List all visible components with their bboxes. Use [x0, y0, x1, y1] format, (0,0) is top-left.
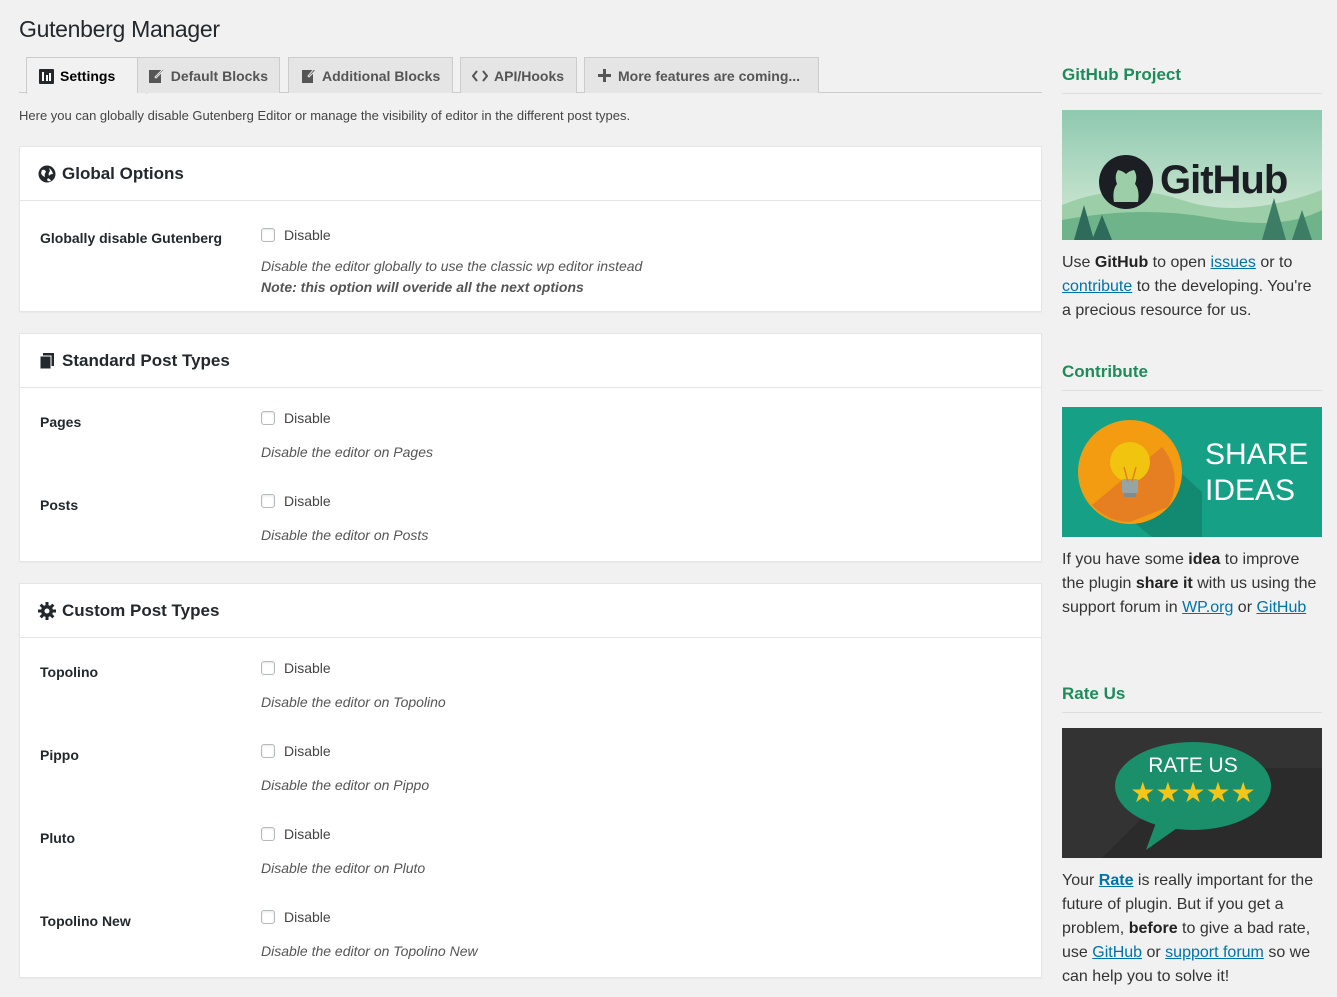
setting-label: Topolino: [40, 664, 99, 680]
plus-icon: [596, 68, 612, 84]
checkbox-control[interactable]: Disable: [261, 660, 331, 676]
rate-us-text: RATE US: [1148, 754, 1238, 777]
tab-bar: Settings Default Blocks Additional Block…: [19, 57, 1042, 94]
box-title: Standard Post Types: [62, 350, 230, 370]
tab-label: Additional Blocks: [322, 67, 441, 84]
code-icon: [472, 68, 488, 84]
github-banner-text: GitHub: [1160, 158, 1288, 202]
tab-label: API/Hooks: [494, 67, 565, 84]
star-icon: ★: [1155, 777, 1181, 808]
rate-us-title: Rate Us: [1062, 684, 1322, 713]
checkbox-control[interactable]: Disable: [261, 410, 331, 426]
github-banner[interactable]: GitHub: [1062, 110, 1322, 240]
setting-row: Posts Disable Disable the editor on Post…: [20, 471, 1041, 554]
setting-row: Topolino New Disable Disable the editor …: [20, 887, 1041, 970]
tab-default-blocks[interactable]: Default Blocks: [137, 57, 280, 93]
checkbox-control[interactable]: Disable: [261, 227, 331, 243]
setting-label: Topolino New: [40, 913, 131, 929]
setting-description: Disable the editor on Topolino: [261, 694, 446, 710]
support-forum-link[interactable]: support forum: [1165, 944, 1264, 961]
github-support-link[interactable]: GitHub: [1092, 944, 1142, 961]
share-ideas-banner[interactable]: SHARE IDEAS: [1062, 407, 1322, 537]
globe-icon: [38, 165, 56, 183]
tab-api-hooks[interactable]: API/Hooks: [460, 57, 577, 93]
checkbox-label: Disable: [284, 826, 331, 842]
setting-row: Topolino Disable Disable the editor on T…: [20, 638, 1041, 721]
disable-checkbox[interactable]: [261, 827, 275, 841]
star-icon: ★: [1205, 777, 1231, 808]
checkbox-control[interactable]: Disable: [261, 826, 331, 842]
global-options-box: Global Options Globally disable Gutenber…: [19, 146, 1042, 312]
contribute-description: If you have some idea to improve the plu…: [1062, 551, 1317, 616]
checkbox-control[interactable]: Disable: [261, 743, 331, 759]
rate-us-banner[interactable]: RATE US ★★★★★: [1062, 728, 1322, 858]
rating-stars: ★★★★★: [1062, 776, 1322, 809]
contribute-title: Contribute: [1062, 362, 1322, 391]
setting-label: Pluto: [40, 830, 75, 846]
rate-link[interactable]: Rate: [1099, 872, 1134, 889]
github-link[interactable]: GitHub: [1256, 599, 1306, 616]
gear-icon: [38, 601, 56, 620]
disable-checkbox[interactable]: [261, 744, 275, 758]
edit-icon: [149, 68, 165, 84]
tab-additional-blocks[interactable]: Additional Blocks: [288, 57, 453, 93]
box-header: Global Options: [20, 147, 1041, 201]
wporg-link[interactable]: WP.org: [1182, 599, 1233, 616]
box-header: Custom Post Types: [20, 584, 1041, 638]
checkbox-control[interactable]: Disable: [261, 909, 331, 925]
issues-link[interactable]: issues: [1211, 254, 1256, 271]
standard-post-types-box: Standard Post Types Pages Disable Disabl…: [19, 333, 1042, 562]
checkbox-label: Disable: [284, 493, 331, 509]
checkbox-label: Disable: [284, 909, 331, 925]
box-header: Standard Post Types: [20, 334, 1041, 388]
disable-checkbox[interactable]: [261, 494, 275, 508]
disable-checkbox[interactable]: [261, 411, 275, 425]
box-title: Custom Post Types: [62, 600, 220, 620]
setting-row: Pages Disable Disable the editor on Page…: [20, 388, 1041, 471]
setting-description: Disable the editor on Pages: [261, 444, 433, 460]
checkbox-label: Disable: [284, 410, 331, 426]
description-line: Disable the editor globally to use the c…: [261, 258, 643, 274]
disable-checkbox[interactable]: [261, 910, 275, 924]
rate-description: Your Rate is really important for the fu…: [1062, 872, 1314, 985]
setting-description: Disable the editor globally to use the c…: [261, 256, 642, 298]
setting-label: Globally disable Gutenberg: [40, 230, 223, 246]
settings-tab-icon: [38, 68, 54, 84]
edit-page-icon: [300, 68, 316, 84]
tab-label: Settings: [60, 68, 116, 84]
setting-description: Disable the editor on Pluto: [261, 860, 426, 876]
setting-row: Pippo Disable Disable the editor on Pipp…: [20, 721, 1041, 804]
star-icon: ★: [1180, 777, 1206, 808]
setting-label: Pippo: [40, 747, 79, 763]
checkbox-label: Disable: [284, 227, 331, 243]
box-title: Global Options: [62, 163, 184, 183]
setting-label: Pages: [40, 414, 82, 430]
contribute-link[interactable]: contribute: [1062, 278, 1132, 295]
setting-description: Disable the editor on Pippo: [261, 777, 430, 793]
pages-icon: [38, 352, 56, 370]
checkbox-control[interactable]: Disable: [261, 493, 331, 509]
share-ideas-text: SHARE IDEAS: [1205, 438, 1309, 507]
github-project-title: GitHub Project: [1062, 65, 1322, 94]
intro-text: Here you can globally disable Gutenberg …: [19, 108, 631, 123]
setting-row: Pluto Disable Disable the editor on Plut…: [20, 804, 1041, 887]
github-description: Use GitHub to open issues or to contribu…: [1062, 254, 1312, 319]
disable-checkbox[interactable]: [261, 661, 275, 675]
page-title: Gutenberg Manager: [19, 16, 220, 42]
setting-description: Disable the editor on Topolino New: [261, 943, 478, 959]
tab-settings[interactable]: Settings: [26, 57, 147, 94]
star-icon: ★: [1230, 777, 1256, 808]
checkbox-label: Disable: [284, 743, 331, 759]
description-note: Note: this option will overide all the n…: [261, 279, 584, 295]
disable-checkbox[interactable]: [261, 228, 275, 242]
checkbox-label: Disable: [284, 660, 331, 676]
setting-row: Globally disable Gutenberg Disable Disab…: [20, 201, 1041, 311]
tab-label: Default Blocks: [170, 67, 268, 84]
custom-post-types-box: Custom Post Types Topolino Disable Disab…: [19, 583, 1042, 978]
tab-more-features[interactable]: More features are coming...: [584, 57, 819, 93]
star-icon: ★: [1130, 777, 1156, 808]
setting-label: Posts: [40, 497, 79, 513]
setting-description: Disable the editor on Posts: [261, 527, 429, 543]
tab-label: More features are coming...: [618, 67, 801, 84]
